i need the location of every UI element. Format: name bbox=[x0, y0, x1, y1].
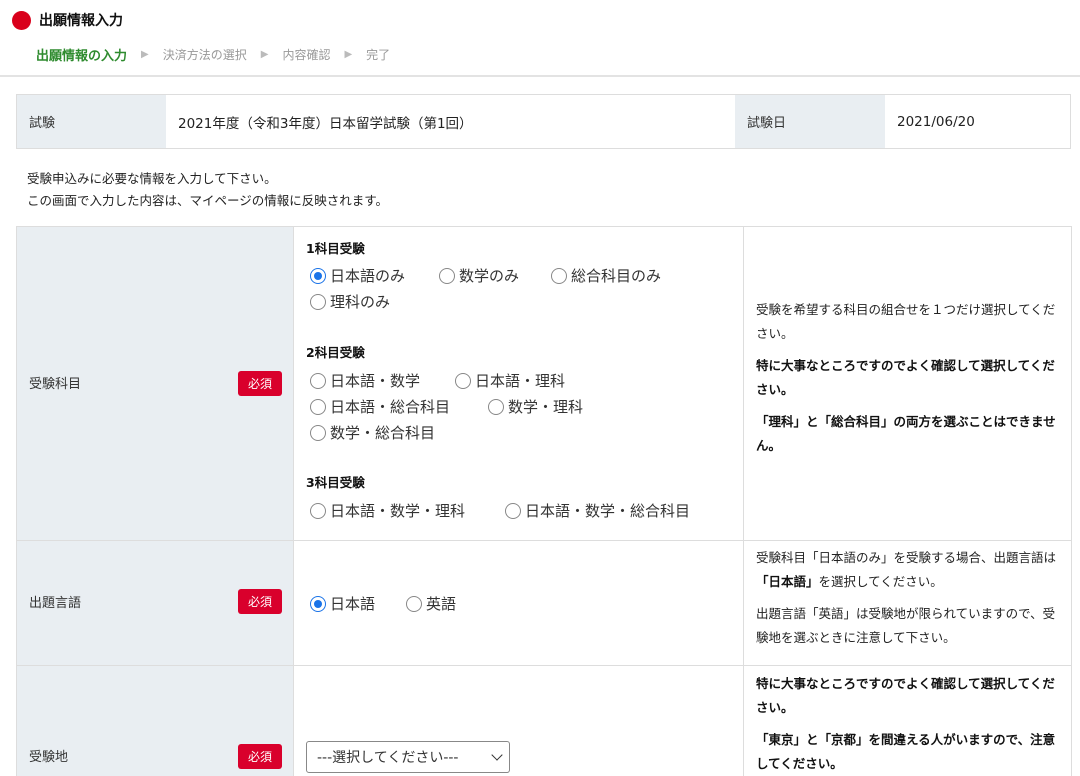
intro-line: この画面で入力した内容は、マイページの情報に反映されます。 bbox=[27, 193, 389, 208]
required-badge: 必須 bbox=[238, 744, 282, 769]
radio-lang-japanese[interactable]: 日本語 bbox=[310, 593, 375, 614]
title-row: 出願情報入力 bbox=[12, 10, 123, 30]
exam-date-value: 2021/06/20 bbox=[897, 113, 975, 130]
note-emphasis: 特に大事なところですのでよく確認して選択してください。 bbox=[756, 676, 1055, 715]
step-payment: 決済方法の選択 bbox=[162, 48, 247, 62]
radio-lang-english[interactable]: 英語 bbox=[406, 593, 456, 614]
exam-value: 2021年度（令和3年度）日本留学試験（第1回） bbox=[178, 115, 473, 132]
location-note: 特に大事なところですのでよく確認して選択してください。 「東京」と「京都」を間違… bbox=[743, 666, 1072, 776]
subjects-options: 1科目受験 日本語のみ 数学のみ 総合科目のみ 理科のみ 2科目受験 日本語・数… bbox=[293, 227, 743, 540]
language-label: 出題言語 bbox=[29, 596, 82, 611]
radio-jp-math-science[interactable]: 日本語・数学・理科 bbox=[310, 500, 465, 521]
radio-jp-math-general[interactable]: 日本語・数学・総合科目 bbox=[505, 500, 690, 521]
radio-jp-science[interactable]: 日本語・理科 bbox=[455, 370, 565, 391]
radio-icon bbox=[488, 398, 504, 415]
intro-line: 受験申込みに必要な情報を入力して下さい。 bbox=[27, 171, 277, 186]
note-emphasis: 特に大事なところですのでよく確認して選択してください。 bbox=[756, 358, 1055, 397]
chevron-down-icon bbox=[491, 749, 503, 761]
radio-math-general[interactable]: 数学・総合科目 bbox=[310, 422, 435, 443]
radio-icon bbox=[310, 372, 326, 389]
radio-icon bbox=[505, 502, 521, 519]
group1-title: 1科目受験 bbox=[306, 241, 365, 256]
radio-checked-icon bbox=[310, 595, 326, 612]
radio-jp-general[interactable]: 日本語・総合科目 bbox=[310, 396, 450, 417]
step-complete: 完了 bbox=[366, 48, 391, 62]
step-indicator: 出願情報の入力 ▶ 決済方法の選択 ▶ 内容確認 ▶ 完了 bbox=[36, 45, 390, 64]
page-title: 出願情報入力 bbox=[39, 13, 123, 29]
radio-checked-icon bbox=[310, 267, 326, 284]
radio-icon bbox=[551, 267, 567, 284]
location-row: 受験地 必須 ---選択してください--- 特に大事なところですのでよく確認して… bbox=[16, 666, 1072, 776]
step-arrow-icon: ▶ bbox=[344, 49, 353, 60]
group2-title: 2科目受験 bbox=[306, 345, 365, 360]
radio-math-science[interactable]: 数学・理科 bbox=[488, 396, 583, 417]
radio-science-only[interactable]: 理科のみ bbox=[310, 291, 390, 312]
group3-title: 3科目受験 bbox=[306, 475, 365, 490]
note-emphasis: 「東京」と「京都」を間違える人がいますので、注意してください。 bbox=[756, 732, 1056, 771]
radio-icon bbox=[310, 293, 326, 310]
language-label-cell: 出題言語 必須 bbox=[16, 541, 293, 665]
note-text: 出題言語「英語」は受験地が限られていますので、受験地を選ぶときに注意して下さい。 bbox=[756, 606, 1056, 645]
radio-icon bbox=[310, 398, 326, 415]
location-label-cell: 受験地 必須 bbox=[16, 666, 293, 776]
radio-icon bbox=[455, 372, 471, 389]
radio-jp-math[interactable]: 日本語・数学 bbox=[310, 370, 420, 391]
subjects-row: 受験科目 必須 1科目受験 日本語のみ 数学のみ 総合科目のみ 理科のみ 2科目… bbox=[16, 227, 1072, 541]
step-arrow-icon: ▶ bbox=[141, 49, 149, 60]
location-field: ---選択してください--- bbox=[293, 666, 743, 776]
step-arrow-icon: ▶ bbox=[260, 49, 269, 60]
radio-general-only[interactable]: 総合科目のみ bbox=[551, 265, 661, 286]
language-note: 受験科目「日本語のみ」を受験する場合、出題言語は「日本語」を選択してください。 … bbox=[743, 541, 1072, 665]
note-text: 受験科目「日本語のみ」を受験する場合、出題言語は「日本語」を選択してください。 bbox=[756, 550, 1057, 589]
radio-icon bbox=[406, 595, 422, 612]
exam-label: 試験 bbox=[17, 95, 166, 148]
page-header: 出願情報入力 出願情報の入力 ▶ 決済方法の選択 ▶ 内容確認 ▶ 完了 bbox=[0, 0, 1080, 77]
red-dot-icon bbox=[12, 10, 31, 30]
radio-icon bbox=[310, 424, 326, 441]
radio-japanese-only[interactable]: 日本語のみ bbox=[310, 265, 405, 286]
subjects-note: 受験を希望する科目の組合せを１つだけ選択してください。 特に大事なところですので… bbox=[743, 227, 1072, 540]
intro-text: 受験申込みに必要な情報を入力して下さい。 この画面で入力した内容は、マイページの… bbox=[27, 168, 388, 212]
step-input: 出願情報の入力 bbox=[36, 49, 128, 64]
exam-info-table: 試験 2021年度（令和3年度）日本留学試験（第1回） 試験日 2021/06/… bbox=[16, 94, 1071, 149]
required-badge: 必須 bbox=[238, 589, 282, 614]
language-options: 日本語 英語 bbox=[293, 541, 743, 665]
radio-icon bbox=[439, 267, 455, 284]
step-confirm: 内容確認 bbox=[282, 48, 331, 62]
subjects-label: 受験科目 bbox=[29, 377, 82, 392]
required-badge: 必須 bbox=[238, 371, 282, 396]
subjects-label-cell: 受験科目 必須 bbox=[16, 227, 293, 540]
note-text: 受験を希望する科目の組合せを１つだけ選択してください。 bbox=[756, 302, 1056, 341]
location-label: 受験地 bbox=[29, 750, 69, 765]
note-emphasis: 「理科」と「総合科目」の両方を選ぶことはできません。 bbox=[756, 414, 1056, 453]
location-select[interactable]: ---選択してください--- bbox=[306, 741, 510, 773]
radio-math-only[interactable]: 数学のみ bbox=[439, 265, 519, 286]
application-form: 受験科目 必須 1科目受験 日本語のみ 数学のみ 総合科目のみ 理科のみ 2科目… bbox=[16, 226, 1072, 776]
language-row: 出題言語 必須 日本語 英語 受験科目「日本語のみ」を受験する場合、出題言語は「… bbox=[16, 541, 1072, 666]
exam-date-label: 試験日 bbox=[735, 95, 885, 148]
radio-icon bbox=[310, 502, 326, 519]
